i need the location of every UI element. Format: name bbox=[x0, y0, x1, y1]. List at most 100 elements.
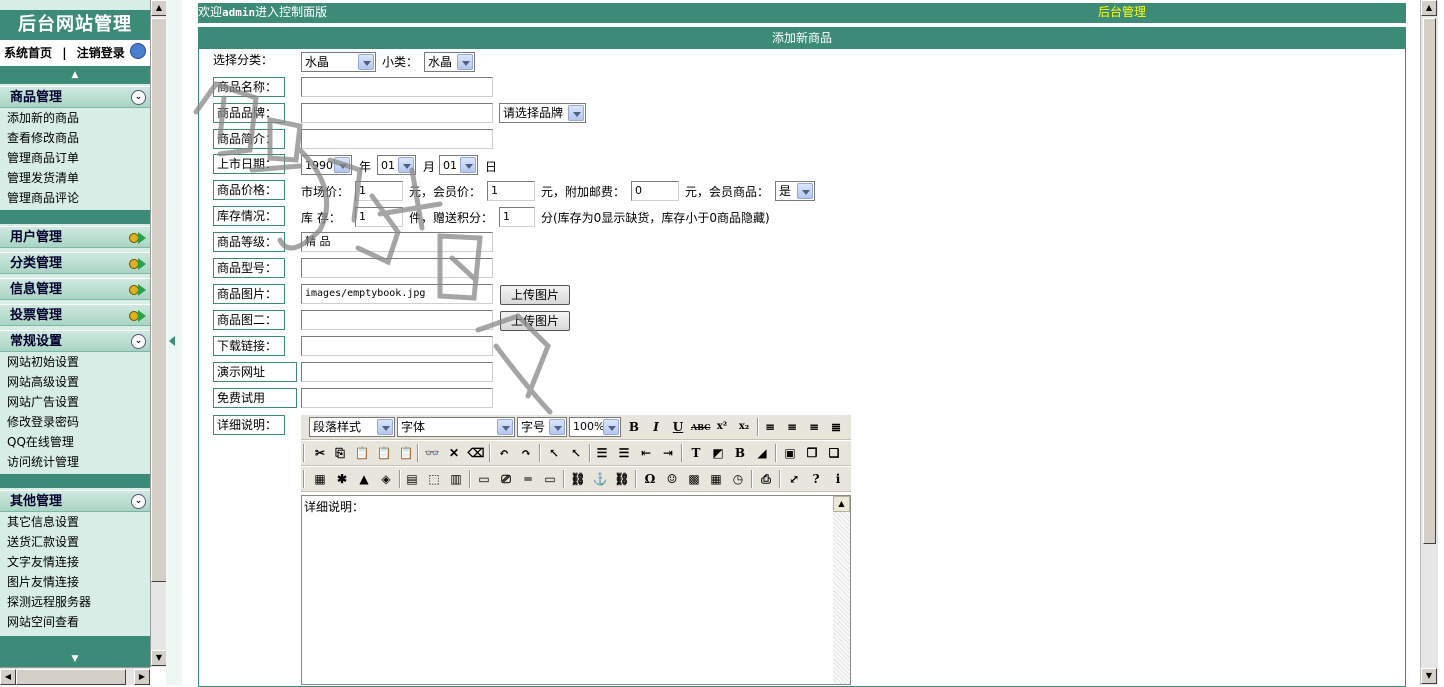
editor-text[interactable]: 详细说明： bbox=[304, 498, 364, 515]
sidebar-hscrollbar[interactable]: ◀ ▶ bbox=[0, 667, 150, 685]
subscript-icon[interactable]: x₂ bbox=[735, 418, 753, 436]
paste-text-icon[interactable]: 📋 bbox=[375, 444, 393, 462]
collapse-arrow-icon[interactable] bbox=[169, 336, 175, 346]
collapse-icon[interactable]: ⌄ bbox=[131, 494, 146, 509]
scroll-up-button[interactable]: ▲ bbox=[151, 0, 167, 16]
category-select[interactable]: 水晶 bbox=[301, 52, 376, 72]
menu-item[interactable]: 其它信息设置 bbox=[7, 512, 147, 532]
expand-icon[interactable] bbox=[129, 231, 147, 245]
undo-icon[interactable]: ↶ bbox=[495, 444, 513, 462]
frame-toggle[interactable] bbox=[166, 0, 182, 685]
demo-input[interactable] bbox=[301, 362, 493, 382]
group-goods[interactable]: 商品管理 ⌄ bbox=[0, 86, 150, 108]
group-users[interactable]: 用户管理 bbox=[0, 226, 150, 248]
bold-icon[interactable]: B bbox=[625, 418, 643, 436]
info-icon[interactable]: i bbox=[829, 470, 847, 488]
group-votes[interactable]: 投票管理 bbox=[0, 304, 150, 326]
scroll-thumb[interactable] bbox=[151, 18, 167, 582]
table-cell-icon[interactable]: ⬚ bbox=[425, 470, 443, 488]
italic-icon[interactable]: I bbox=[647, 418, 665, 436]
layer-back-icon[interactable]: ❏ bbox=[825, 444, 843, 462]
expand-icon[interactable] bbox=[129, 309, 147, 323]
superscript-icon[interactable]: x² bbox=[713, 418, 731, 436]
marquee-icon[interactable]: ▭ bbox=[541, 470, 559, 488]
iframe-icon[interactable]: ⎚ bbox=[497, 470, 515, 488]
outdent-icon[interactable]: ⇤ bbox=[637, 444, 655, 462]
menu-item[interactable]: 访问统计管理 bbox=[7, 452, 147, 472]
brand-select[interactable]: 请选择品牌 bbox=[499, 103, 586, 123]
member-price-input[interactable]: 1 bbox=[487, 181, 535, 201]
month-select[interactable]: 01 bbox=[377, 155, 416, 175]
table-row-icon[interactable]: ▥ bbox=[447, 470, 465, 488]
subcategory-select[interactable]: 水晶 bbox=[424, 52, 475, 72]
image-input[interactable]: images/emptybook.jpg bbox=[301, 284, 493, 304]
expand-icon[interactable] bbox=[129, 257, 147, 271]
group-info[interactable]: 信息管理 bbox=[0, 278, 150, 300]
redo-icon[interactable]: ↷ bbox=[517, 444, 535, 462]
copy-icon[interactable]: ⎘ bbox=[331, 444, 349, 462]
trial-input[interactable] bbox=[301, 388, 493, 408]
unlink-icon[interactable]: ⛓ bbox=[613, 470, 631, 488]
menu-item[interactable]: 网站空间查看 bbox=[7, 612, 147, 632]
grade-input[interactable]: 精 品 bbox=[301, 232, 493, 252]
group-settings[interactable]: 常规设置 ⌄ bbox=[0, 330, 150, 352]
scroll-down-button[interactable]: ▼ bbox=[151, 650, 167, 666]
logout-link[interactable]: 注销登录 bbox=[77, 40, 125, 66]
group-categories[interactable]: 分类管理 bbox=[0, 252, 150, 274]
gallery-icon[interactable]: ▩ bbox=[685, 470, 703, 488]
download-input[interactable] bbox=[301, 336, 493, 356]
menu-item[interactable]: 管理商品评论 bbox=[7, 188, 147, 208]
emoticon-icon[interactable]: ☺ bbox=[663, 470, 681, 488]
eraser-icon[interactable]: ⌫ bbox=[467, 444, 485, 462]
menu-item[interactable]: 网站广告设置 bbox=[7, 392, 147, 412]
upload-image-button[interactable]: 上传图片 bbox=[500, 285, 570, 305]
menu-item[interactable]: QQ在线管理 bbox=[7, 432, 147, 452]
fullscreen-icon[interactable]: ⤢ bbox=[785, 470, 803, 488]
hr-icon[interactable]: ═ bbox=[519, 470, 537, 488]
menu-item[interactable]: 管理商品订单 bbox=[7, 148, 147, 168]
stock-input[interactable]: 1 bbox=[355, 207, 403, 227]
indent-icon[interactable]: ⇥ bbox=[659, 444, 677, 462]
scroll-up-button[interactable]: ▲ bbox=[833, 496, 850, 512]
link-icon[interactable]: ⛓ bbox=[569, 470, 587, 488]
day-select[interactable]: 01 bbox=[439, 155, 478, 175]
find-icon[interactable]: 👓 bbox=[423, 444, 441, 462]
select-icon[interactable]: ↖ bbox=[545, 444, 563, 462]
help-icon[interactable]: ? bbox=[807, 470, 825, 488]
align-left-icon[interactable]: ≡ bbox=[761, 418, 779, 436]
paragraph-style-select[interactable]: 段落样式 bbox=[309, 417, 395, 437]
font-select[interactable]: 字体 bbox=[397, 417, 515, 437]
menu-item[interactable]: 送货汇款设置 bbox=[7, 532, 147, 552]
strikethrough-icon[interactable]: ABC bbox=[691, 418, 710, 436]
hscroll-thumb[interactable] bbox=[16, 669, 126, 685]
collapse-icon[interactable]: ⌄ bbox=[131, 334, 146, 349]
paste-icon[interactable]: 📋 bbox=[353, 444, 371, 462]
underline-icon[interactable]: U bbox=[669, 418, 687, 436]
page-vscrollbar[interactable]: ▲ ▼ bbox=[1420, 0, 1438, 685]
menu-item[interactable]: 网站高级设置 bbox=[7, 372, 147, 392]
postage-input[interactable]: 0 bbox=[631, 181, 679, 201]
sidebar-vscrollbar[interactable]: ▲ ▼ bbox=[150, 0, 167, 667]
table-icon[interactable]: ▤ bbox=[403, 470, 421, 488]
scroll-right-button[interactable]: ▶ bbox=[134, 669, 150, 685]
editor-scrollbar[interactable]: ▲ bbox=[833, 496, 850, 684]
menu-item[interactable]: 探测远程服务器 bbox=[7, 592, 147, 612]
flash-icon[interactable]: ✱ bbox=[333, 470, 351, 488]
member-goods-select[interactable]: 是 bbox=[775, 181, 815, 201]
scroll-left-button[interactable]: ◀ bbox=[0, 669, 16, 685]
clock-icon[interactable]: ◷ bbox=[729, 470, 747, 488]
name-input[interactable] bbox=[301, 77, 493, 97]
highlight-icon[interactable]: ◩ bbox=[709, 444, 727, 462]
layer-icon[interactable]: ❐ bbox=[803, 444, 821, 462]
zoom-select[interactable]: 100% bbox=[569, 417, 621, 437]
special-char-icon[interactable]: Ω bbox=[641, 470, 659, 488]
scroll-up-arrow[interactable]: ▲ bbox=[0, 66, 150, 84]
delete-icon[interactable]: ✕ bbox=[445, 444, 463, 462]
scroll-up-button[interactable]: ▲ bbox=[1421, 0, 1437, 16]
input-icon[interactable]: ▭ bbox=[475, 470, 493, 488]
menu-item[interactable]: 管理发货清单 bbox=[7, 168, 147, 188]
paste-word-icon[interactable]: 📋 bbox=[397, 444, 415, 462]
file-icon[interactable]: ◈ bbox=[377, 470, 395, 488]
unordered-list-icon[interactable]: ☰ bbox=[615, 444, 633, 462]
brand-input[interactable] bbox=[301, 103, 493, 123]
